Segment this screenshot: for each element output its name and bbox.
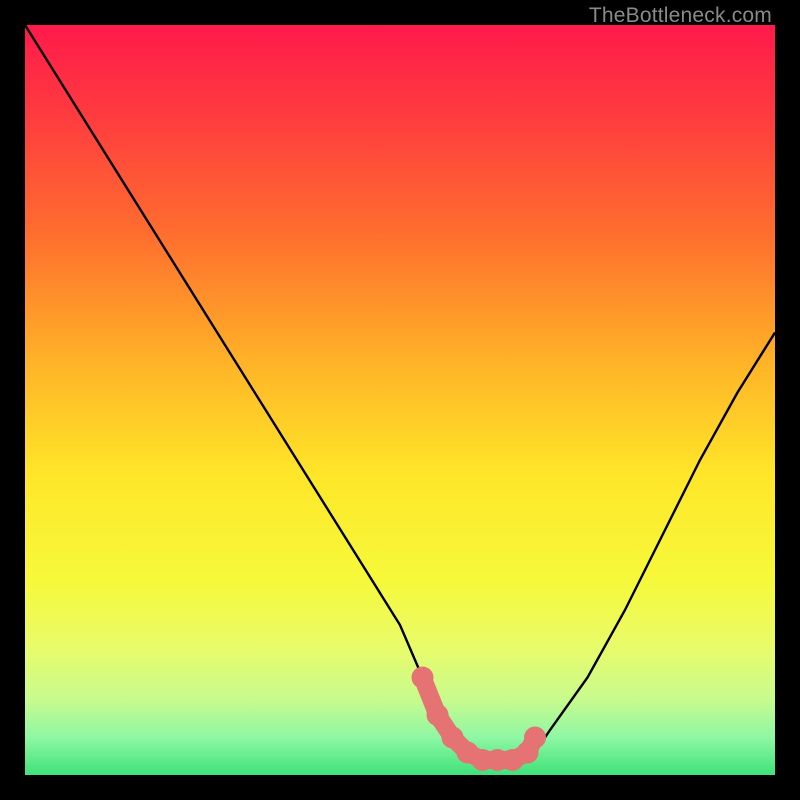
- watermark-text: TheBottleneck.com: [589, 4, 772, 28]
- chart-frame: TheBottleneck.com: [0, 0, 800, 800]
- curve-layer: [25, 25, 775, 775]
- bottleneck-curve: [25, 25, 775, 760]
- plot-area: [25, 25, 775, 775]
- highlight-dot: [427, 704, 449, 726]
- highlight-dot: [524, 727, 546, 749]
- highlight-dot: [412, 667, 434, 689]
- highlight-markers: [412, 667, 547, 772]
